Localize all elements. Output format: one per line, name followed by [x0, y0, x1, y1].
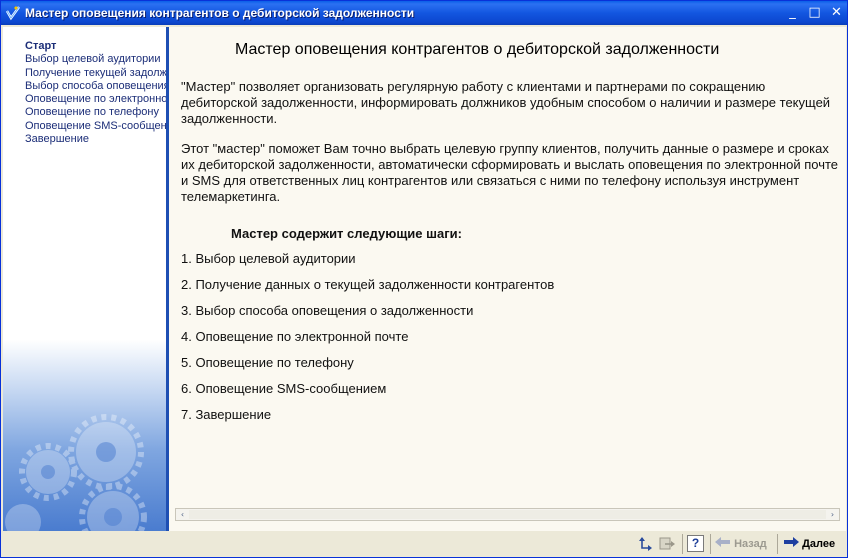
title-bar[interactable]: Мастер оповещения контрагентов о дебитор…: [1, 1, 847, 25]
scroll-left-button[interactable]: ‹: [176, 509, 189, 520]
sidebar-step-phone[interactable]: Оповещение по телефону: [25, 106, 166, 119]
sidebar-step-finish[interactable]: Завершение: [25, 133, 166, 146]
description-paragraph: Этот "мастер" поможет Вам точно выбрать …: [181, 141, 839, 204]
sidebar-steps-list: Старт Выбор целевой аудитории Получение …: [25, 40, 166, 146]
steps-list: 1. Выбор целевой аудитории 2. Получение …: [181, 251, 554, 433]
list-item: 7. Завершение: [181, 407, 272, 422]
maximize-button[interactable]: □: [805, 4, 824, 22]
list-item: 3. Выбор способа оповещения о задолженно…: [181, 303, 474, 318]
horizontal-scrollbar[interactable]: ‹ ›: [175, 508, 840, 521]
app-icon: [5, 6, 20, 21]
list-item: 6. Оповещение SMS-сообщением: [181, 381, 387, 396]
back-button-label: Назад: [734, 538, 767, 550]
scrollbar-track[interactable]: [189, 510, 826, 519]
next-button-label: Далее: [802, 538, 836, 550]
sidebar-step-audience[interactable]: Выбор целевой аудитории: [25, 53, 166, 66]
sidebar-step-debt[interactable]: Получение текущей задолженности контраге…: [25, 67, 166, 80]
help-button[interactable]: ?: [687, 535, 704, 552]
toolbar-separator: [682, 534, 683, 554]
list-item: 4. Оповещение по электронной почте: [181, 329, 409, 344]
bottom-toolbar: ? Назад Далее: [1, 531, 847, 557]
steps-sidebar: Старт Выбор целевой аудитории Получение …: [3, 27, 166, 531]
next-arrow-icon: [784, 537, 799, 547]
list-item: 5. Оповещение по телефону: [181, 355, 354, 370]
back-arrow-icon: [715, 537, 730, 547]
list-item: 1. Выбор целевой аудитории: [181, 251, 356, 266]
toolbar-separator: [710, 534, 711, 554]
undo-icon[interactable]: [637, 535, 655, 553]
back-button[interactable]: Назад: [715, 535, 767, 553]
scroll-right-button[interactable]: ›: [826, 509, 839, 520]
window-title: Мастер оповещения контрагентов о дебитор…: [25, 6, 415, 20]
sidebar-step-method[interactable]: Выбор способа оповещения о задолженности: [25, 80, 166, 93]
intro-paragraph: "Мастер" позволяет организовать регулярн…: [181, 79, 831, 126]
wizard-window: Мастер оповещения контрагентов о дебитор…: [0, 0, 848, 558]
sidebar-step-sms[interactable]: Оповещение SMS-сообщением: [25, 120, 166, 133]
gears-decoration-icon: [5, 414, 147, 531]
next-button[interactable]: Далее: [783, 535, 835, 553]
sidebar-step-email[interactable]: Оповещение по электронной почте: [25, 93, 166, 106]
close-button[interactable]: ✕: [827, 4, 846, 22]
steps-heading: Мастер содержит следующие шаги:: [231, 226, 462, 241]
toolbar-separator: [777, 534, 778, 554]
content-panel: Мастер оповещения контрагентов о дебитор…: [169, 27, 846, 531]
sidebar-step-start[interactable]: Старт: [25, 40, 166, 53]
page-title: Мастер оповещения контрагентов о дебитор…: [235, 41, 720, 58]
list-item: 2. Получение данных о текущей задолженно…: [181, 277, 555, 292]
minimize-button[interactable]: _: [783, 4, 802, 22]
redo-icon[interactable]: [657, 535, 677, 553]
